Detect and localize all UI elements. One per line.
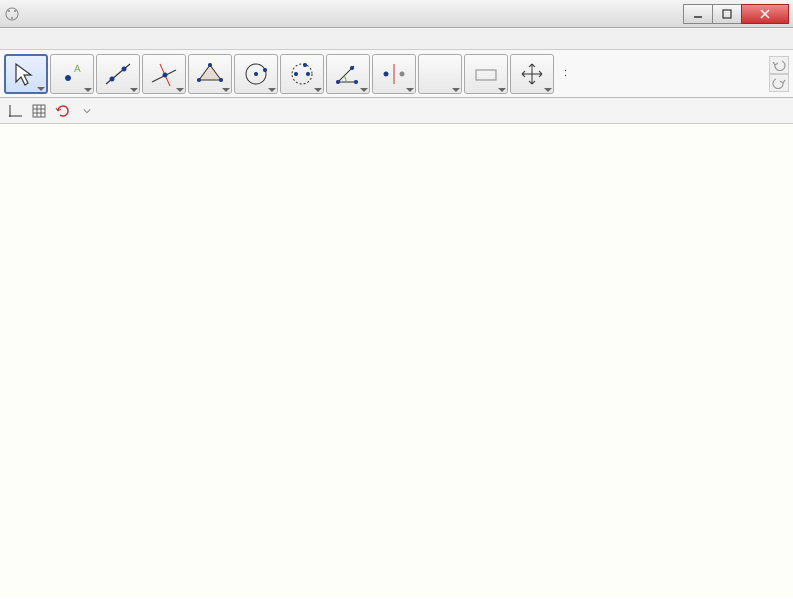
tool-point[interactable]: A — [50, 54, 94, 94]
redo-button[interactable] — [769, 74, 789, 92]
titlebar — [0, 0, 793, 28]
svg-text:A: A — [74, 64, 81, 75]
menubar — [0, 28, 793, 50]
sub-toolbar — [0, 98, 793, 124]
tool-move[interactable] — [4, 54, 48, 94]
tool-slider[interactable] — [464, 54, 508, 94]
geometry-canvas[interactable] — [0, 124, 793, 597]
tool-reflect[interactable] — [372, 54, 416, 94]
grid-toggle-icon[interactable] — [30, 102, 48, 120]
tool-angle[interactable] — [326, 54, 370, 94]
maximize-button[interactable] — [712, 4, 742, 24]
dropdown-icon[interactable] — [78, 102, 96, 120]
tool-polygon[interactable] — [188, 54, 232, 94]
close-button[interactable] — [741, 4, 789, 24]
tool-pan[interactable] — [510, 54, 554, 94]
menu-help[interactable] — [116, 37, 132, 41]
toolbar: A : — [0, 50, 793, 98]
app-icon — [4, 6, 20, 22]
view-reset-icon[interactable] — [54, 102, 72, 120]
tool-description: : — [556, 66, 767, 80]
tool-ellipse[interactable] — [280, 54, 324, 94]
menu-file[interactable] — [4, 37, 20, 41]
tool-text[interactable] — [418, 54, 462, 94]
menu-view[interactable] — [36, 37, 52, 41]
undo-button[interactable] — [769, 56, 789, 74]
tool-circle[interactable] — [234, 54, 278, 94]
tool-line[interactable] — [96, 54, 140, 94]
menu-options[interactable] — [68, 37, 84, 41]
tool-perpendicular[interactable] — [142, 54, 186, 94]
minimize-button[interactable] — [683, 4, 713, 24]
menu-perspectives[interactable] — [52, 37, 68, 41]
menu-window[interactable] — [100, 37, 116, 41]
menu-tools[interactable] — [84, 37, 100, 41]
axes-toggle-icon[interactable] — [6, 102, 24, 120]
menu-edit[interactable] — [20, 37, 36, 41]
